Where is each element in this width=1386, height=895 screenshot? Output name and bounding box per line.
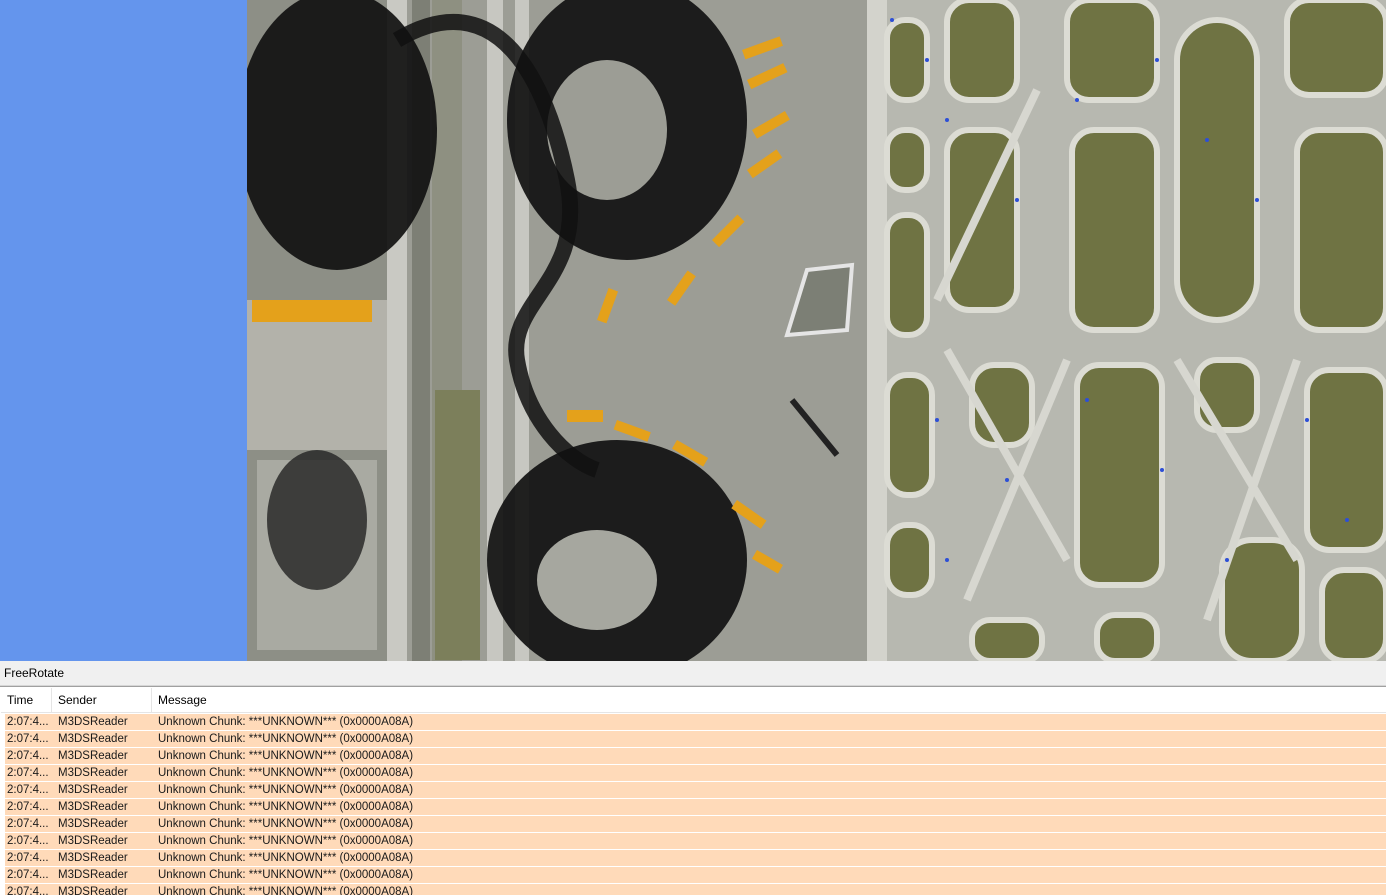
log-row[interactable]: 2:07:4... M3DSReader Unknown Chunk: ***U… xyxy=(5,816,1386,832)
log-message: Unknown Chunk: ***UNKNOWN*** (0x0000A08A… xyxy=(158,886,414,895)
log-sender: M3DSReader xyxy=(58,784,128,796)
log-time: 2:07:4... xyxy=(7,716,49,728)
log-time: 2:07:4... xyxy=(7,835,49,847)
log-time: 2:07:4... xyxy=(7,733,49,745)
log-message: Unknown Chunk: ***UNKNOWN*** (0x0000A08A… xyxy=(158,818,414,830)
log-header: Time Sender Message xyxy=(1,688,1386,713)
log-sender: M3DSReader xyxy=(58,852,128,864)
log-message: Unknown Chunk: ***UNKNOWN*** (0x0000A08A… xyxy=(158,733,414,745)
column-header-message[interactable]: Message xyxy=(152,688,1386,712)
log-sender: M3DSReader xyxy=(58,733,128,745)
log-time: 2:07:4... xyxy=(7,750,49,762)
column-header-time[interactable]: Time xyxy=(1,688,52,712)
log-row[interactable]: 2:07:4... M3DSReader Unknown Chunk: ***U… xyxy=(5,731,1386,747)
log-row[interactable]: 2:07:4... M3DSReader Unknown Chunk: ***U… xyxy=(5,799,1386,815)
log-message: Unknown Chunk: ***UNKNOWN*** (0x0000A08A… xyxy=(158,835,414,847)
terrain-texture xyxy=(247,0,1386,661)
log-message: Unknown Chunk: ***UNKNOWN*** (0x0000A08A… xyxy=(158,784,414,796)
log-sender: M3DSReader xyxy=(58,886,128,895)
log-time: 2:07:4... xyxy=(7,784,49,796)
log-message: Unknown Chunk: ***UNKNOWN*** (0x0000A08A… xyxy=(158,869,414,881)
log-time: 2:07:4... xyxy=(7,767,49,779)
log-row[interactable]: 2:07:4... M3DSReader Unknown Chunk: ***U… xyxy=(5,765,1386,781)
log-row[interactable]: 2:07:4... M3DSReader Unknown Chunk: ***U… xyxy=(5,714,1386,730)
log-message: Unknown Chunk: ***UNKNOWN*** (0x0000A08A… xyxy=(158,750,414,762)
log-message: Unknown Chunk: ***UNKNOWN*** (0x0000A08A… xyxy=(158,801,414,813)
log-row[interactable]: 2:07:4... M3DSReader Unknown Chunk: ***U… xyxy=(5,833,1386,849)
log-row[interactable]: 2:07:4... M3DSReader Unknown Chunk: ***U… xyxy=(5,884,1386,895)
log-row[interactable]: 2:07:4... M3DSReader Unknown Chunk: ***U… xyxy=(5,867,1386,883)
log-sender: M3DSReader xyxy=(58,835,128,847)
log-time: 2:07:4... xyxy=(7,852,49,864)
log-sender: M3DSReader xyxy=(58,818,128,830)
log-sender: M3DSReader xyxy=(58,767,128,779)
log-time: 2:07:4... xyxy=(7,886,49,895)
log-row[interactable]: 2:07:4... M3DSReader Unknown Chunk: ***U… xyxy=(5,748,1386,764)
airport-terrain-render[interactable] xyxy=(247,0,1386,661)
log-time: 2:07:4... xyxy=(7,869,49,881)
log-message: Unknown Chunk: ***UNKNOWN*** (0x0000A08A… xyxy=(158,767,414,779)
log-row[interactable]: 2:07:4... M3DSReader Unknown Chunk: ***U… xyxy=(5,850,1386,866)
app-window: FreeRotate Time Sender Message 2:07:4...… xyxy=(0,0,1386,895)
log-panel[interactable]: Time Sender Message 2:07:4... M3DSReader… xyxy=(0,686,1386,895)
mode-label: FreeRotate xyxy=(4,666,65,680)
log-time: 2:07:4... xyxy=(7,801,49,813)
log-sender: M3DSReader xyxy=(58,801,128,813)
log-row[interactable]: 2:07:4... M3DSReader Unknown Chunk: ***U… xyxy=(5,782,1386,798)
status-strip: FreeRotate xyxy=(0,661,1386,686)
log-time: 2:07:4... xyxy=(7,818,49,830)
log-message: Unknown Chunk: ***UNKNOWN*** (0x0000A08A… xyxy=(158,852,414,864)
log-sender: M3DSReader xyxy=(58,869,128,881)
log-sender: M3DSReader xyxy=(58,750,128,762)
log-message: Unknown Chunk: ***UNKNOWN*** (0x0000A08A… xyxy=(158,716,414,728)
column-header-sender[interactable]: Sender xyxy=(52,688,152,712)
log-rows: 2:07:4... M3DSReader Unknown Chunk: ***U… xyxy=(5,714,1386,895)
log-sender: M3DSReader xyxy=(58,716,128,728)
